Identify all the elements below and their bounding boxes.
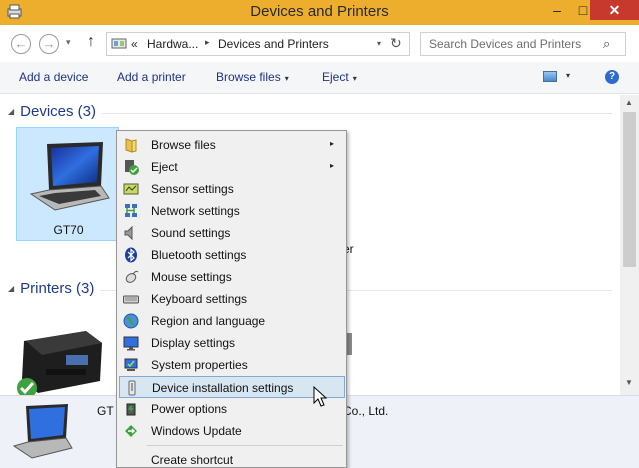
mouse-icon	[125, 270, 139, 283]
devices-group-label: Devices (3)	[20, 103, 97, 120]
collapse-icon: ◢	[8, 284, 15, 293]
windows-update-icon	[125, 425, 137, 437]
up-button[interactable]: ↑	[87, 33, 95, 51]
add-printer-button[interactable]: Add a printer	[117, 70, 186, 84]
bluetooth-icon	[125, 247, 137, 263]
menu-item-label: Sound settings	[151, 226, 231, 240]
control-panel-icon	[111, 38, 127, 49]
menu-item-mouse-settings[interactable]: Mouse settings	[119, 266, 345, 288]
breadcrumb-separator[interactable]: ▸	[205, 37, 210, 48]
breadcrumb-hardware[interactable]: Hardwa...	[147, 37, 198, 51]
keyboard-icon	[123, 295, 139, 304]
address-dropdown-icon[interactable]: ▾	[377, 39, 381, 48]
menu-item-label: System properties	[151, 358, 248, 372]
search-icon[interactable]: ⌕	[603, 36, 610, 52]
close-button[interactable]: ✕	[590, 0, 639, 20]
collapse-icon: ◢	[8, 107, 15, 116]
eject-icon	[125, 160, 139, 175]
recent-locations-button[interactable]: ▾	[66, 37, 71, 48]
scrollbar-thumb[interactable]	[623, 112, 636, 267]
title-bar: Devices and Printers – □ ✕	[0, 0, 639, 25]
laptop-icon	[12, 404, 73, 459]
command-bar: Add a device Add a printer Browse files ▾…	[0, 62, 639, 94]
address-row: ← → ▾ ↑ « Hardwa... ▸ Devices and Printe…	[0, 25, 639, 62]
menu-item-region-language[interactable]: Region and language	[119, 310, 345, 332]
device-tile-gt70[interactable]: GT70	[16, 127, 119, 241]
help-icon[interactable]: ?	[605, 70, 619, 84]
submenu-arrow-icon: ▸	[330, 139, 335, 148]
system-icon	[124, 358, 138, 371]
sensor-icon	[123, 183, 139, 195]
back-button[interactable]: ←	[11, 34, 31, 54]
menu-item-label: Windows Update	[151, 424, 242, 438]
scroll-up-icon[interactable]: ▲	[625, 98, 633, 107]
menu-item-label: Eject	[151, 160, 178, 174]
power-icon	[126, 403, 136, 416]
menu-item-sensor-settings[interactable]: Sensor settings	[119, 178, 345, 200]
devices-group-header[interactable]: ◢ Devices (3)	[8, 103, 96, 120]
menu-item-power-options[interactable]: Power options	[119, 398, 345, 420]
vertical-scrollbar[interactable]: ▲ ▼	[620, 95, 639, 395]
globe-icon	[123, 313, 139, 329]
chevron-down-icon: ▾	[284, 74, 289, 83]
menu-item-label: Sensor settings	[151, 182, 234, 196]
printers-group-label: Printers (3)	[20, 280, 95, 297]
refresh-icon[interactable]: ↻	[390, 35, 402, 52]
device-label: GT70	[53, 223, 84, 237]
menu-item-browse-files[interactable]: Browse files ▸	[119, 134, 345, 156]
add-device-button[interactable]: Add a device	[19, 70, 88, 84]
default-printer-check-icon	[17, 378, 37, 395]
browse-files-label: Browse files	[216, 70, 281, 84]
eject-label: Eject	[322, 70, 349, 84]
address-overflow[interactable]: «	[131, 37, 138, 51]
details-manufacturer: Co., Ltd.	[343, 404, 389, 418]
search-box[interactable]: Search Devices and Printers ⌕	[420, 32, 626, 56]
forward-button[interactable]: →	[39, 34, 59, 54]
menu-item-label: Browse files	[151, 138, 216, 152]
menu-item-label: Display settings	[151, 336, 236, 350]
submenu-arrow-icon: ▸	[330, 161, 335, 170]
eject-button[interactable]: Eject ▾	[322, 70, 357, 84]
context-menu: Browse files ▸ Eject ▸ Sensor settings N…	[116, 130, 347, 468]
view-options-chevron-icon[interactable]: ▾	[566, 71, 570, 80]
change-view-icon[interactable]	[543, 71, 557, 82]
menu-item-label: Network settings	[151, 204, 240, 218]
scroll-down-icon[interactable]: ▼	[625, 378, 633, 387]
menu-item-label: Bluetooth settings	[151, 248, 247, 262]
device-install-icon	[128, 380, 136, 396]
menu-item-eject[interactable]: Eject ▸	[119, 156, 345, 178]
menu-item-bluetooth-settings[interactable]: Bluetooth settings	[119, 244, 345, 266]
menu-item-label: Power options	[151, 402, 228, 416]
menu-item-windows-update[interactable]: Windows Update	[119, 420, 345, 442]
menu-item-sound-settings[interactable]: Sound settings	[119, 222, 345, 244]
menu-item-label: Keyboard settings	[151, 292, 248, 306]
menu-item-label: Region and language	[151, 314, 266, 328]
folder-icon	[125, 138, 137, 153]
menu-item-display-settings[interactable]: Display settings	[119, 332, 345, 354]
menu-item-keyboard-settings[interactable]: Keyboard settings	[119, 288, 345, 310]
menu-item-create-shortcut[interactable]: Create shortcut	[119, 449, 345, 468]
menu-item-device-installation-settings[interactable]: Device installation settings	[119, 376, 345, 398]
chevron-down-icon: ▾	[352, 74, 357, 83]
search-input[interactable]: Search Devices and Printers	[429, 37, 581, 51]
menu-separator	[147, 445, 343, 446]
network-icon	[125, 204, 137, 217]
mouse-cursor-icon	[313, 386, 327, 407]
details-device-name: GT	[97, 404, 114, 418]
menu-item-label: Mouse settings	[151, 270, 232, 284]
menu-item-label: Create shortcut	[151, 453, 234, 467]
browse-files-button[interactable]: Browse files ▾	[216, 70, 289, 84]
printers-group-header[interactable]: ◢ Printers (3)	[8, 280, 94, 297]
speaker-icon	[124, 225, 133, 241]
breadcrumb-devices-printers[interactable]: Devices and Printers	[218, 37, 329, 51]
menu-item-system-properties[interactable]: System properties	[119, 354, 345, 376]
address-bar[interactable]: « Hardwa... ▸ Devices and Printers ▾ ↻	[106, 32, 410, 56]
group-divider	[102, 113, 612, 114]
laptop-icon	[29, 142, 110, 211]
monitor-icon	[123, 336, 139, 351]
menu-item-network-settings[interactable]: Network settings	[119, 200, 345, 222]
menu-item-label: Device installation settings	[152, 381, 294, 395]
minimize-button[interactable]: –	[544, 0, 570, 20]
